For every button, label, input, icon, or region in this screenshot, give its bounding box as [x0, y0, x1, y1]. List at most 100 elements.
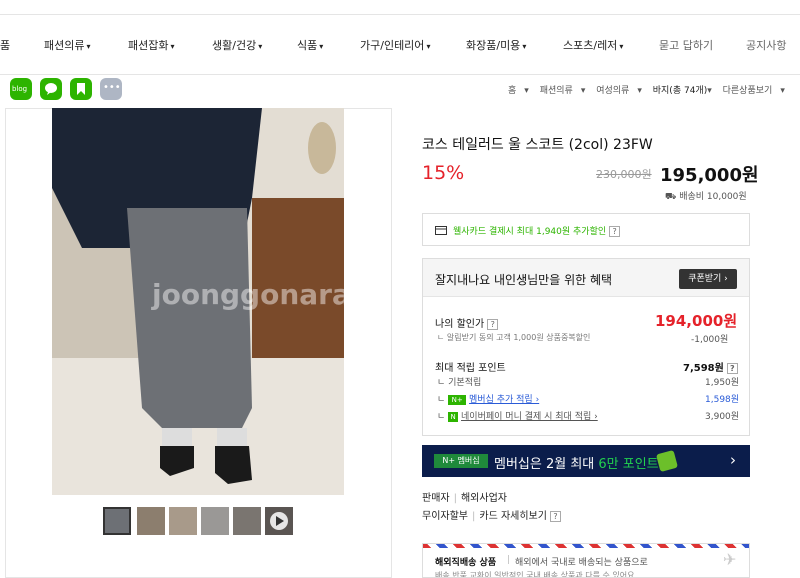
- help-icon[interactable]: ?: [609, 226, 621, 237]
- nav-label: 식품: [297, 39, 318, 52]
- chevron-down-icon: ▾: [522, 42, 527, 51]
- talk-share-icon[interactable]: [40, 78, 62, 100]
- alarm-discount-value: -1,000원: [691, 335, 729, 345]
- nav-item-0[interactable]: 품: [0, 37, 10, 53]
- benefit-title: 잘지내나요 내인생님만을 위한 혜택: [435, 273, 613, 287]
- speech-bubble-icon: [45, 83, 57, 95]
- airmail-stripe: [423, 544, 749, 548]
- nav-label: 생활/건강: [212, 39, 257, 52]
- banner-text-highlight: 6만 포인트: [598, 457, 659, 472]
- nav-label: 패션의류: [44, 39, 85, 52]
- blog-label: blog: [12, 85, 28, 93]
- chevron-right-icon: ›: [730, 451, 736, 469]
- basic-points-label: ㄴ 기본적립: [437, 378, 482, 388]
- shipping-text: 배송비 10,000원: [679, 192, 747, 202]
- coin-icon: [655, 449, 679, 473]
- overseas-text-2: 배송 반품 교환이 일반적인 국내 배송 상품과 다를 수 있어요: [435, 571, 635, 578]
- airplane-icon: ✈: [723, 550, 737, 569]
- help-icon[interactable]: ?: [549, 510, 561, 522]
- sale-price: 195,000원: [660, 165, 759, 186]
- nav-item-qna[interactable]: 묻고 답하기: [659, 37, 713, 53]
- breadcrumb-fashion[interactable]: 패션의류: [540, 86, 573, 96]
- max-points-value: 7,598원?: [683, 359, 738, 374]
- nav-label: 패션잡화: [128, 39, 169, 52]
- card-promo-text: 웰사카드 결제시 최대 1,940원 추가할인?: [453, 224, 621, 237]
- seller-row: 판매자 | 해외사업자: [422, 489, 507, 504]
- membership-points-link[interactable]: 멤버십 추가 적립 ›: [469, 395, 539, 405]
- nav-label: 가구/인테리어: [360, 39, 425, 52]
- breadcrumb-women[interactable]: 여성의류: [596, 86, 629, 96]
- play-icon: [270, 512, 288, 530]
- membership-banner-text: 멤버십은 2월 최대 6만 포인트: [494, 453, 659, 472]
- nav-label: 화장품/미용: [466, 39, 521, 52]
- alarm-discount-label: ㄴ 알림받기 동의 고객 1,000원 상품중복할인: [437, 333, 591, 342]
- n-plus-icon: N+: [448, 395, 467, 405]
- membership-promo-banner[interactable]: N+ 멤버십 멤버십은 2월 최대 6만 포인트 ›: [422, 445, 750, 477]
- npay-points-value: 3,900원: [705, 412, 740, 422]
- thumbnail-4[interactable]: [201, 507, 229, 535]
- breadcrumb-pants[interactable]: 바지(총 74개): [653, 86, 707, 96]
- points-value: 7,598원: [683, 363, 724, 374]
- alarm-text: 알림받기 동의 고객 1,000원 상품중복할인: [446, 333, 591, 342]
- seller-label: 판매자: [422, 493, 450, 504]
- chevron-down-icon: ▾: [319, 42, 324, 51]
- breadcrumb-home[interactable]: 홈: [508, 86, 516, 96]
- more-share-icon[interactable]: •••: [100, 78, 122, 100]
- get-coupon-button[interactable]: 쿠폰받기 ›: [679, 269, 737, 289]
- credit-card-icon: [435, 226, 447, 235]
- basic-points-value: 1,950원: [705, 378, 740, 388]
- npay-points-row: ㄴ N 네이버페이 머니 결제 시 최대 적립 ›: [437, 412, 598, 422]
- my-discount-row: 나의 할인가?: [435, 315, 499, 330]
- card-details-link[interactable]: 카드 자세히보기: [479, 511, 547, 522]
- divider: |: [507, 555, 511, 565]
- nav-item-food[interactable]: 식품 ▾: [297, 37, 323, 53]
- bookmark-share-icon[interactable]: [70, 78, 92, 100]
- blog-share-icon[interactable]: blog: [10, 78, 32, 100]
- nav-divider-bottom: [0, 74, 800, 75]
- chevron-down-icon: ▾: [524, 86, 529, 96]
- thumbnail-6[interactable]: [265, 507, 293, 535]
- nav-item-notice[interactable]: 공지사항: [746, 37, 786, 53]
- thumbnail-5[interactable]: [233, 507, 261, 535]
- installment-label: 무이자할부: [422, 511, 468, 522]
- product-title: 코스 테일러드 울 스코트 (2col) 23FW: [422, 137, 653, 153]
- nav-item-cosmetics[interactable]: 화장품/미용 ▾: [466, 37, 526, 53]
- thumbnail-1[interactable]: [103, 507, 131, 535]
- chevron-down-icon: ▾: [258, 42, 263, 51]
- nav-item-living-health[interactable]: 생활/건강 ▾: [212, 37, 262, 53]
- divider: |: [472, 511, 476, 522]
- truck-icon: ⛟: [665, 192, 677, 202]
- card-promo-box[interactable]: 웰사카드 결제시 최대 1,940원 추가할인?: [422, 213, 750, 246]
- bookmark-icon: [77, 83, 85, 95]
- overseas-shipping-notice: 해외직배송 상품 | 해외에서 국내로 배송되는 상품으로 배송 반품 교환이 …: [422, 543, 750, 578]
- nav-item-fashion-clothing[interactable]: 패션의류 ▾: [44, 37, 91, 53]
- npay-points-link[interactable]: 네이버페이 머니 결제 시 최대 적립 ›: [461, 412, 598, 422]
- chevron-down-icon: ▾: [426, 42, 431, 51]
- watermark-text: joonggonara: [152, 278, 344, 311]
- nav-item-fashion-goods[interactable]: 패션잡화 ▾: [128, 37, 175, 53]
- banner-text-pre: 멤버십은 2월 최대: [494, 457, 599, 472]
- max-points-label: 최대 적립 포인트: [435, 363, 506, 374]
- help-icon[interactable]: ?: [726, 362, 738, 374]
- chevron-down-icon: ▾: [619, 42, 624, 51]
- more-dots: •••: [103, 82, 121, 93]
- my-discount-label: 나의 할인가: [435, 319, 485, 330]
- nav-item-furniture[interactable]: 가구/인테리어 ▾: [360, 37, 430, 53]
- nav-label: 묻고 답하기: [659, 39, 714, 52]
- installment-row: 무이자할부 | 카드 자세히보기?: [422, 507, 561, 522]
- seller-value: 해외사업자: [460, 493, 507, 504]
- product-main-image[interactable]: joonggonara: [52, 108, 344, 495]
- chevron-down-icon: ▾: [580, 86, 586, 96]
- thumbnail-3[interactable]: [169, 507, 197, 535]
- nav-item-sports[interactable]: 스포츠/레저 ▾: [563, 37, 623, 53]
- overseas-badge: 해외직배송 상품: [435, 558, 497, 568]
- breadcrumb-other-products[interactable]: 다른상품보기: [723, 86, 773, 96]
- shipping-fee: ⛟ 배송비 10,000원: [665, 189, 747, 203]
- thumbnail-2[interactable]: [137, 507, 165, 535]
- discount-rate: 15%: [422, 162, 465, 184]
- chevron-down-icon: ▾: [707, 86, 712, 96]
- category-nav: 품 패션의류 ▾ 패션잡화 ▾ 생활/건강 ▾ 식품 ▾ 가구/인테리어 ▾ 화장품/미용…: [0, 0, 800, 76]
- help-icon[interactable]: ?: [487, 318, 499, 330]
- nav-divider-top: [0, 14, 800, 15]
- card-promo-label: 웰사카드 결제시 최대 1,940원 추가할인: [453, 227, 607, 237]
